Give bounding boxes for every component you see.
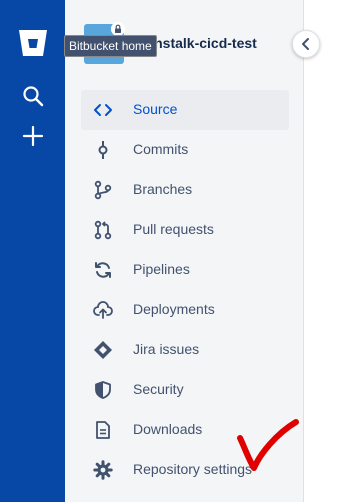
collapse-sidebar-button[interactable] bbox=[292, 30, 320, 58]
nav-item-label: Downloads bbox=[133, 421, 203, 437]
nav-item-label: Repository settings bbox=[133, 461, 253, 477]
nav-item-pipelines[interactable]: Pipelines bbox=[81, 250, 289, 290]
red-checkmark-annotation bbox=[237, 419, 299, 471]
home-tooltip: Bitbucket home bbox=[64, 35, 157, 57]
lock-icon bbox=[111, 22, 125, 36]
nav-item-security[interactable]: Security bbox=[81, 370, 289, 410]
nav-item-deployments[interactable]: Deployments bbox=[81, 290, 289, 330]
nav-item-label: Commits bbox=[133, 141, 189, 157]
jira-icon bbox=[94, 341, 112, 359]
source-code-icon bbox=[94, 104, 112, 116]
pipelines-icon bbox=[95, 262, 111, 278]
document-icon bbox=[96, 421, 110, 439]
search-icon[interactable] bbox=[21, 84, 45, 108]
chevron-left-icon bbox=[302, 38, 309, 50]
nav-item-label: Pull requests bbox=[133, 221, 214, 237]
nav-item-pull-requests[interactable]: Pull requests bbox=[81, 210, 289, 250]
nav-item-label: Branches bbox=[133, 181, 193, 197]
nav-item-branches[interactable]: Branches bbox=[81, 170, 289, 210]
nav-item-label: Deployments bbox=[133, 301, 215, 317]
branch-icon bbox=[94, 180, 112, 200]
shield-icon bbox=[95, 381, 111, 399]
commit-icon bbox=[98, 141, 108, 159]
plus-icon[interactable] bbox=[21, 124, 45, 148]
nav-item-label: Source bbox=[133, 101, 178, 117]
nav-item-jira-issues[interactable]: Jira issues bbox=[81, 330, 289, 370]
global-nav bbox=[0, 0, 65, 502]
nav-item-source[interactable]: Source bbox=[81, 90, 289, 130]
pull-request-icon bbox=[94, 220, 112, 240]
bitbucket-logo-icon[interactable] bbox=[16, 26, 50, 60]
nav-item-label: Pipelines bbox=[133, 261, 190, 277]
nav-item-label: Security bbox=[133, 381, 184, 397]
deployments-icon bbox=[93, 301, 113, 319]
nav-item-commits[interactable]: Commits bbox=[81, 130, 289, 170]
nav-item-label: Jira issues bbox=[133, 341, 200, 357]
gear-icon bbox=[93, 460, 113, 480]
